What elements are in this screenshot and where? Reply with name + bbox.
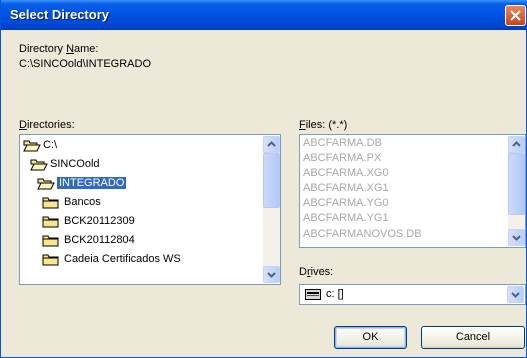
folder-icon — [42, 254, 59, 266]
file-item: ABCFARMA.YG1 — [303, 212, 389, 224]
scroll-down-button[interactable] — [263, 266, 280, 283]
open-folder-icon — [30, 159, 48, 171]
open-folder-icon — [37, 178, 55, 190]
files-scrollbar[interactable] — [508, 136, 525, 246]
ok-button[interactable]: OK — [334, 326, 407, 349]
arrow-up-icon — [512, 141, 521, 147]
directories-scrollbar[interactable] — [263, 136, 280, 283]
drives-select[interactable]: c: [] — [299, 284, 526, 305]
file-item: ABCFARMA.DB — [303, 137, 382, 149]
scroll-down-button[interactable] — [508, 229, 525, 246]
arrow-up-icon — [267, 141, 276, 147]
window-title: Select Directory — [10, 7, 109, 22]
close-icon — [510, 10, 521, 21]
directories-label: Directories: — [19, 119, 75, 131]
open-folder-icon — [23, 140, 41, 152]
folder-icon — [42, 197, 59, 209]
drive-icon — [305, 289, 321, 300]
cancel-button[interactable]: Cancel — [421, 326, 525, 349]
directory-name-value: C:\SINCOold\INTEGRADO — [19, 58, 152, 70]
directories-listbox[interactable]: C:\ SINCOold INTEGRADO Bancos BCK2011230… — [19, 134, 281, 285]
scroll-thumb[interactable] — [508, 153, 525, 215]
files-listbox[interactable]: ABCFARMA.DB ABCFARMA.PX ABCFARMA.XG0 ABC… — [299, 134, 526, 248]
arrow-down-icon — [267, 272, 276, 278]
scroll-thumb[interactable] — [263, 153, 280, 208]
file-item: ABCFARMANOVOS.DB — [303, 228, 422, 240]
folder-icon — [42, 216, 59, 228]
drives-label: Drives: — [299, 266, 334, 278]
file-item: ABCFARMA.YG0 — [303, 197, 389, 209]
directory-item-selected[interactable]: INTEGRADO — [22, 175, 262, 194]
arrow-down-icon — [512, 235, 521, 241]
title-bar[interactable]: Select Directory — [1, 0, 527, 30]
file-item: ABCFARMA.PX — [303, 152, 382, 164]
drives-dropdown-button[interactable] — [507, 286, 524, 303]
file-item: ABCFARMA.XG1 — [303, 182, 389, 194]
files-label: Files: (*.*) — [299, 119, 348, 131]
scroll-up-button[interactable] — [263, 136, 280, 153]
drives-value: c: [] — [326, 288, 344, 300]
chevron-down-icon — [511, 292, 520, 298]
close-button[interactable] — [505, 5, 526, 26]
directory-name-label: Directory Name: — [19, 43, 99, 55]
scroll-up-button[interactable] — [508, 136, 525, 153]
file-item: ABCFARMA.XG0 — [303, 167, 389, 179]
select-directory-dialog: Select Directory Directory Name: C:\SINC… — [0, 0, 527, 358]
folder-icon — [42, 235, 59, 247]
